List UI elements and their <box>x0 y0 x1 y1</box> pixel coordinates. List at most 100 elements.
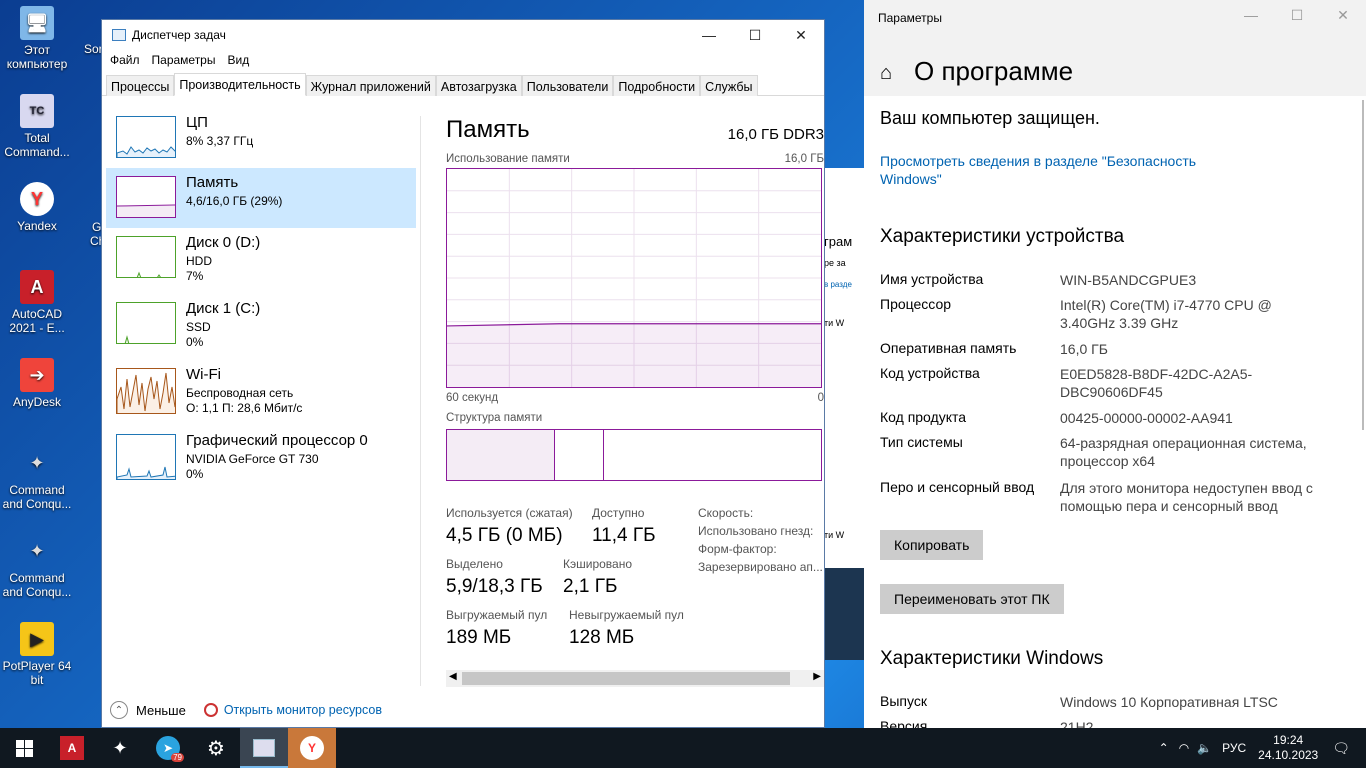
desktop-icon-total-commander[interactable]: TC Total Command... <box>2 94 72 159</box>
total-commander-icon: TC <box>20 94 54 128</box>
sidebar-item-sub2: 7% <box>186 269 204 283</box>
desktop-icon-command-conquer-1[interactable]: ✦ Command and Conqu... <box>2 446 72 511</box>
sidebar-item-memory[interactable]: Память 4,6/16,0 ГБ (29%) <box>106 168 416 228</box>
fewer-details-button[interactable]: Меньше <box>136 703 186 718</box>
available-label: Доступно <box>592 506 645 520</box>
chevron-up-icon[interactable]: ⌃ <box>1159 741 1169 755</box>
scroll-thumb[interactable] <box>462 672 790 685</box>
sidebar-item-sub: SSD <box>186 320 211 334</box>
paged-pool-label: Выгружаемый пул <box>446 608 548 622</box>
autocad-icon: A <box>60 736 84 760</box>
panel-divider <box>420 116 421 686</box>
spec-value: E0ED5828-B8DF-42DC-A2A5-DBC90606DF45 <box>1060 366 1253 400</box>
taskbar-command-conquer[interactable]: ✦ <box>96 728 144 768</box>
title-bar[interactable]: Диспетчер задач — ☐ ✕ <box>102 20 824 50</box>
command-conquer-icon: ✦ <box>29 541 45 561</box>
spec-value: 00425-00000-00002-AA941 <box>1060 410 1233 426</box>
resource-monitor-link[interactable]: Открыть монитор ресурсов <box>224 703 382 717</box>
start-button[interactable] <box>0 728 48 768</box>
taskbar-settings[interactable]: ⚙ <box>192 728 240 768</box>
desktop-icon-yandex[interactable]: Y Yandex <box>2 182 72 233</box>
notifications-icon[interactable]: 🗨 <box>1332 740 1350 757</box>
protection-status: Ваш компьютер защищен. <box>880 108 1100 128</box>
usage-label: Использование памяти <box>446 153 570 165</box>
command-conquer-icon: ✦ <box>29 453 45 473</box>
language-indicator[interactable]: РУС <box>1222 741 1246 755</box>
desktop-icon-anydesk[interactable]: ➔ AnyDesk <box>2 358 72 409</box>
menu-file[interactable]: Файл <box>110 53 140 67</box>
spec-value: 64-разрядная операционная система, проце… <box>1060 435 1307 469</box>
home-icon[interactable]: ⌂ <box>880 62 892 85</box>
task-manager-window[interactable]: Диспетчер задач — ☐ ✕ Файл Параметры Вид… <box>101 19 825 728</box>
taskbar-yandex[interactable]: Y <box>288 728 336 768</box>
disk-mini-graph <box>116 302 176 344</box>
minimize-button[interactable]: — <box>1228 0 1274 30</box>
taskbar-telegram[interactable]: ➤ 79 <box>144 728 192 768</box>
bg-dark-region <box>824 568 864 660</box>
desktop-icon-autocad[interactable]: A AutoCAD 2021 - E... <box>2 270 72 335</box>
tab-users[interactable]: Пользователи <box>521 75 614 96</box>
background-window[interactable]: грам ре за в разде ти W ти W <box>824 168 864 660</box>
desktop-icon-command-conquer-2[interactable]: ✦ Command and Conqu... <box>2 534 72 599</box>
desktop-icon-potplayer[interactable]: ▶ PotPlayer 64 bit <box>2 622 72 687</box>
sidebar-item-cpu[interactable]: ЦП 8% 3,37 ГГц <box>106 108 416 168</box>
sidebar-item-sub: 8% 3,37 ГГц <box>186 134 254 148</box>
copy-button[interactable]: Копировать <box>880 530 984 560</box>
taskbar-autocad[interactable]: A <box>48 728 96 768</box>
tab-app-history[interactable]: Журнал приложений <box>305 75 436 96</box>
close-button[interactable]: ✕ <box>1320 0 1366 30</box>
menu-view[interactable]: Вид <box>227 53 249 67</box>
cached-value: 2,1 ГБ <box>563 576 618 597</box>
gear-icon: ⚙ <box>207 737 225 760</box>
spec-value: 16,0 ГБ <box>1060 341 1108 357</box>
menu-bar: Файл Параметры Вид <box>102 50 824 70</box>
close-button[interactable]: ✕ <box>778 20 824 50</box>
sidebar-item-gpu[interactable]: Графический процессор 0 NVIDIA GeForce G… <box>106 432 416 492</box>
yandex-icon: Y <box>300 736 324 760</box>
desktop-icon-label: Этот компьютер <box>6 43 68 71</box>
volume-icon[interactable]: 🔈 <box>1197 741 1212 755</box>
clock-time: 19:24 <box>1273 733 1304 747</box>
taskbar-task-manager[interactable] <box>240 728 288 768</box>
windows-specs-header: Характеристики Windows <box>880 648 1104 669</box>
horizontal-scrollbar[interactable]: ◀ ▶ <box>446 670 824 687</box>
system-tray: ⌃ ◠ 🔈 РУС 19:24 24.10.2023 🗨 <box>1159 728 1366 768</box>
security-link[interactable]: Просмотреть сведения в разделе "Безопасн… <box>880 152 1220 188</box>
windows-logo-icon <box>15 739 33 757</box>
tab-processes[interactable]: Процессы <box>106 75 175 96</box>
settings-window[interactable]: Параметры — ☐ ✕ ⌂ О программе Ваш компью… <box>864 0 1366 728</box>
tab-startup[interactable]: Автозагрузка <box>435 75 522 96</box>
page-title: О программе <box>914 56 1074 86</box>
maximize-button[interactable]: ☐ <box>1274 0 1320 30</box>
chevron-up-icon[interactable]: ⌃ <box>110 701 128 719</box>
desktop-icon-computer[interactable]: 🖥 Этот компьютер <box>2 6 72 71</box>
tab-strip: Процессы Производительность Журнал прило… <box>102 73 824 96</box>
rename-pc-button[interactable]: Переименовать этот ПК <box>880 584 1064 614</box>
wifi-icon[interactable]: ◠ <box>1179 741 1189 755</box>
menu-options[interactable]: Параметры <box>152 53 216 67</box>
desktop-icon-label: Command and Conqu... <box>2 483 72 511</box>
form-factor-label: Форм-фактор: <box>698 542 777 556</box>
scroll-right-arrow[interactable]: ▶ <box>813 671 821 682</box>
speed-label: Скорость: <box>698 506 754 520</box>
task-manager-icon <box>253 739 275 757</box>
scroll-left-arrow[interactable]: ◀ <box>449 671 457 682</box>
tab-performance[interactable]: Производительность <box>174 73 306 96</box>
device-specs-header: Характеристики устройства <box>880 226 1125 247</box>
tab-details[interactable]: Подробности <box>613 75 701 96</box>
usage-area <box>447 323 821 387</box>
tab-services[interactable]: Службы <box>700 75 758 96</box>
vertical-scrollbar[interactable] <box>1362 100 1364 430</box>
sidebar-item-wifi[interactable]: Wi-Fi Беспроводная сеть О: 1,1 П: 28,6 М… <box>106 366 416 426</box>
sidebar-item-sub: 4,6/16,0 ГБ (29%) <box>186 194 283 208</box>
gpu-mini-graph <box>116 434 176 480</box>
clock[interactable]: 19:24 24.10.2023 <box>1258 733 1318 763</box>
minimize-button[interactable]: — <box>686 20 732 50</box>
sidebar-item-disk0[interactable]: Диск 0 (D:) HDD 7% <box>106 234 416 294</box>
maximize-button[interactable]: ☐ <box>732 20 778 50</box>
performance-sidebar: ЦП 8% 3,37 ГГц Память 4,6/16,0 ГБ (29%) … <box>106 108 418 692</box>
sidebar-item-name: ЦП <box>186 114 208 131</box>
resource-monitor-icon <box>203 703 218 717</box>
bg-fragment: ти W <box>824 318 845 328</box>
sidebar-item-disk1[interactable]: Диск 1 (C:) SSD 0% <box>106 300 416 360</box>
